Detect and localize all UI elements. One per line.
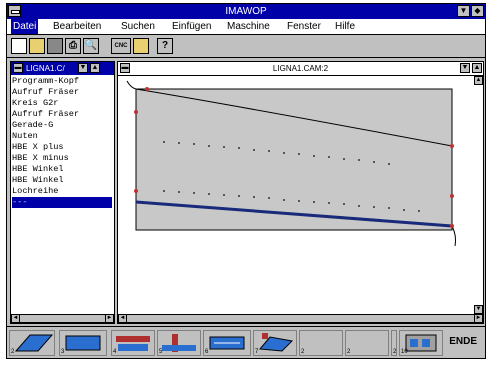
- view-maximize-icon[interactable]: ▲: [472, 63, 482, 73]
- print-icon[interactable]: ⎙: [65, 38, 81, 54]
- list-item[interactable]: Gerade-G: [12, 120, 112, 131]
- left-horizontal-scrollbar[interactable]: [11, 314, 114, 323]
- app-window: IMAWOP ▼ ◆ Datei Bearbeiten Suchen Einfü…: [6, 3, 486, 359]
- tool-saw-button[interactable]: 5: [157, 330, 201, 356]
- minimize-icon[interactable]: ▼: [457, 5, 470, 17]
- pane-maximize-icon[interactable]: ▲: [90, 63, 100, 73]
- tool-number: 3: [61, 349, 65, 355]
- program-step-list: Programm-Kopf Aufruf Fräser Kreis G2r Au…: [12, 76, 112, 208]
- tool-panel-blue-button[interactable]: 2: [9, 330, 55, 356]
- list-item[interactable]: HBE X minus: [12, 153, 112, 164]
- menu-bearbeiten[interactable]: Bearbeiten: [51, 19, 103, 34]
- tool-number: 2: [393, 349, 397, 355]
- tool-number: 2: [347, 349, 351, 355]
- tool-number: 5: [159, 349, 163, 355]
- scroll-up-icon[interactable]: ▲: [474, 76, 483, 85]
- list-item[interactable]: Aufruf Fräser: [12, 87, 112, 98]
- program-list-pane: ▬ LIGNA1.C/ ▼ ▲ Programm-Kopf Aufruf Frä…: [10, 61, 115, 324]
- menu-fenster[interactable]: Fenster: [285, 19, 323, 34]
- list-item[interactable]: Kreis G2r: [12, 98, 112, 109]
- list-item[interactable]: HBE Winkel: [12, 175, 112, 186]
- help-button[interactable]: ?: [157, 38, 173, 54]
- tool-drilling-button[interactable]: 4: [111, 330, 155, 356]
- scroll-left-icon[interactable]: ◄: [118, 314, 127, 323]
- list-item[interactable]: Nuten: [12, 131, 112, 142]
- list-item[interactable]: Programm-Kopf: [12, 76, 112, 87]
- tool-number: 2: [301, 349, 305, 355]
- tool-number: 4: [113, 349, 117, 355]
- cnc-button[interactable]: CNC: [111, 38, 131, 54]
- tool-palette: 2 3 4 5 6 7 2 2 2 10 ENDE: [7, 326, 485, 358]
- window-title: IMAWOP: [225, 6, 267, 17]
- save-disk-icon[interactable]: [47, 38, 63, 54]
- cam-view-title: LIGNA1.CAM:2: [272, 64, 329, 73]
- right-horizontal-scrollbar[interactable]: [118, 314, 483, 323]
- lead-out-line: [451, 225, 457, 247]
- tool-slot-button[interactable]: 2: [299, 330, 343, 356]
- lead-in-line: [126, 80, 137, 90]
- cam-view-pane: ▬ LIGNA1.CAM:2 ▼ ▲ ◄ ► ▲ ▼: [117, 61, 484, 324]
- view-minimize-icon[interactable]: ▼: [460, 63, 470, 73]
- ende-button[interactable]: ENDE: [449, 336, 477, 347]
- preview-icon[interactable]: 🔍: [83, 38, 99, 54]
- new-file-icon[interactable]: [11, 38, 27, 54]
- menu-datei[interactable]: Datei: [11, 19, 39, 34]
- machine-icon[interactable]: [133, 38, 149, 54]
- tool-number: 7: [255, 349, 259, 355]
- program-list-title: LIGNA1.C/: [26, 64, 65, 73]
- tool-machine-button[interactable]: 10: [399, 330, 443, 356]
- open-folder-icon[interactable]: [29, 38, 45, 54]
- cam-view-titlebar: ▬ LIGNA1.CAM:2 ▼ ▲: [118, 62, 483, 76]
- toolbar: ⎙ 🔍 CNC ?: [7, 35, 485, 58]
- list-item[interactable]: HBE Winkel: [12, 164, 112, 175]
- menu-maschine[interactable]: Maschine: [225, 19, 272, 34]
- list-item[interactable]: Lochreihe: [12, 186, 112, 197]
- tool-slot-button[interactable]: 2: [391, 330, 397, 356]
- list-item[interactable]: Aufruf Fräser: [12, 109, 112, 120]
- scroll-left-icon[interactable]: ◄: [11, 314, 20, 323]
- list-item[interactable]: HBE X plus: [12, 142, 112, 153]
- menu-hilfe[interactable]: Hilfe: [333, 19, 357, 34]
- list-item-selected[interactable]: ---: [12, 197, 112, 208]
- scroll-down-icon[interactable]: ▼: [474, 305, 483, 314]
- tool-number: 10: [401, 349, 408, 355]
- tool-number: 2: [11, 349, 15, 355]
- scroll-right-icon[interactable]: ►: [105, 314, 114, 323]
- maximize-icon[interactable]: ◆: [471, 5, 484, 17]
- menu-einfuegen[interactable]: Einfügen: [170, 19, 213, 34]
- tool-number: 6: [205, 349, 209, 355]
- tool-groove-button[interactable]: 6: [203, 330, 251, 356]
- tool-panel-rect-button[interactable]: 3: [59, 330, 107, 356]
- tool-contour-button[interactable]: 7: [253, 330, 297, 356]
- workpiece-drawing[interactable]: [119, 76, 474, 311]
- tool-slot-button[interactable]: 2: [345, 330, 389, 356]
- pane-minimize-icon[interactable]: ▼: [78, 63, 88, 73]
- workpiece-panel: [135, 88, 453, 231]
- title-bar: IMAWOP ▼ ◆: [7, 4, 485, 19]
- scroll-right-icon[interactable]: ►: [474, 314, 483, 323]
- menu-bar: Datei Bearbeiten Suchen Einfügen Maschin…: [7, 19, 485, 35]
- program-list-titlebar: ▬ LIGNA1.C/ ▼ ▲: [11, 62, 114, 75]
- menu-suchen[interactable]: Suchen: [119, 19, 157, 34]
- pane-menu-icon[interactable]: ▬: [13, 63, 23, 73]
